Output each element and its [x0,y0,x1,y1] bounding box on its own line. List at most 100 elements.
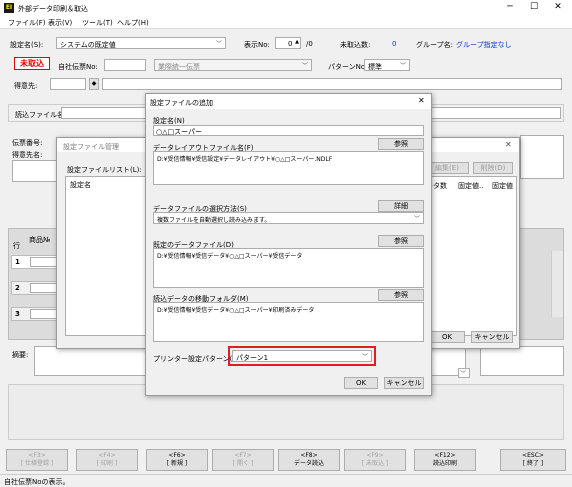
select-method-value: 複数ファイルを自動選択し読み込みます。 [157,217,271,224]
chevron-down-icon: ﹀ [215,40,222,48]
f8-key: <F8> [300,452,318,459]
settings-list-header: 設定名 [70,181,91,189]
move-folder-input[interactable]: D:¥受信情報¥受信データ¥○△□スーパー¥印刷済みデータ [153,302,424,342]
f12-button[interactable]: <F12> 読込印刷 [414,449,476,471]
remarks-select[interactable]: ﹀ [458,368,470,378]
slip-no-label: 自社伝票No: [58,63,98,71]
close-icon[interactable]: ✕ [418,96,425,105]
menu-help[interactable]: ヘルプ(H) [117,18,149,28]
name-input[interactable]: ○△□スーパー [153,125,424,136]
pattern-select[interactable]: 標準 ﹀ [364,59,410,71]
unimported-badge: 未取込 [14,57,50,70]
settings-manager-title: 設定ファイル管理 [63,143,119,151]
group-label: グループ名: [416,41,453,49]
slip-type-value: 業際統一伝票 [158,63,200,71]
add-settings-dialog: 設定ファイルの追加 ✕ 設定名(N) ○△□スーパー データレイアウトファイル名… [145,93,432,396]
default-file-value: D:¥受信情報¥受信データ¥○△□スーパー¥受信データ [157,253,303,260]
move-folder-value: D:¥受信情報¥受信データ¥○△□スーパー¥印刷済みデータ [157,307,315,314]
f6-key: <F6> [168,452,186,459]
f3-key: <F3> [28,452,46,459]
display-no-stepper[interactable]: 0 ▲ [275,37,301,49]
col-fixed2: 固定値 [492,182,513,190]
esc-button[interactable]: <ESC>[ 終了 ] [500,449,566,471]
settings-list[interactable]: 設定名 [65,176,149,336]
name-value: ○△□スーパー [156,128,203,136]
pattern-value: 標準 [368,63,382,71]
f6-button[interactable]: <F6>[ 新規 ] [146,449,208,471]
f9-key: <F9> [366,452,384,459]
manager-ok-button[interactable]: OK [429,331,465,343]
group-value[interactable]: グループ指定なし [456,40,512,50]
setting-name-value: システムの既定値 [60,41,116,49]
chevron-down-icon: ﹀ [413,215,420,223]
slip-type-select[interactable]: 業際統一伝票 ﹀ [154,59,312,71]
f4-key: <F4> [98,452,116,459]
grid-scrollbar[interactable] [551,251,563,317]
remarks-label: 摘要: [12,351,29,359]
title-bar: EI 外部データ印刷＆取込 ─ ☐ ✕ [0,0,572,16]
status-bar: 自社伝票Noの表示。 [0,474,572,486]
delete-button[interactable]: 削除(D) [473,162,513,174]
row-header: 行 [13,242,20,250]
customer-search-button[interactable]: ◆ [89,78,99,90]
layout-browse-button[interactable]: 参照 [378,138,424,150]
f4-button[interactable]: <F4>[ 印刷 ] [76,449,138,471]
customer-code-input[interactable] [50,78,86,90]
chevron-down-icon: ﹀ [361,353,368,361]
manager-cancel-button[interactable]: キャンセル [471,331,513,343]
dialog-cancel-button[interactable]: キャンセル [384,377,424,389]
esc-key: <ESC> [522,452,544,459]
close-icon[interactable]: ✕ [505,140,512,149]
slip-number-label: 伝票番号: [12,139,43,147]
read-file-label: 読込ファイル名: [15,111,67,119]
bottom-right-box [480,346,564,376]
f7-label: [ 開く ] [232,460,254,467]
menu-view[interactable]: 表示(V) [48,18,72,28]
window-title: 外部データ印刷＆取込 [18,5,88,13]
f12-label: 読込印刷 [432,460,457,467]
f8-label: データ読込 [293,460,324,467]
unimported-label: 未取込数: [340,41,371,49]
display-no-label: 表示No: [244,41,270,49]
move-folder-browse-button[interactable]: 参照 [378,289,424,301]
chevron-down-icon: ﹀ [301,62,308,70]
settings-grid: ータ数 固定値.. 固定値 [423,176,517,336]
product-header: 商品№ [29,236,51,244]
printer-pattern-select[interactable]: パターン1 ﹀ [232,350,372,362]
pattern-label: パターンNo: [328,63,368,71]
select-method-select[interactable]: 複数ファイルを自動選択し読み込みます。 ﹀ [153,212,424,224]
col-fixed1: 固定値.. [458,182,484,190]
dialog-ok-button[interactable]: OK [344,377,378,389]
default-file-browse-button[interactable]: 参照 [378,235,424,247]
layout-file-input[interactable]: D:¥受信情報¥受信設定¥データレイアウト¥○△□スーパー.NDLF [153,151,424,185]
f7-key: <F7> [234,452,252,459]
minimize-icon[interactable]: ─ [500,1,520,14]
store-name-box[interactable] [12,160,60,182]
setting-name-label: 設定名(S): [10,41,44,49]
f9-button[interactable]: <F9>[ 未取込 ] [344,449,406,471]
f7-button[interactable]: <F7>[ 開く ] [212,449,274,471]
customer-label: 得意先: [14,82,38,90]
default-file-input[interactable]: D:¥受信情報¥受信データ¥○△□スーパー¥受信データ [153,248,424,288]
menu-tools[interactable]: ツール(T) [82,18,113,28]
store-name-label: 得意先名: [12,151,43,159]
spinner-icon[interactable]: ▲ [295,39,299,45]
app-icon: EI [4,3,14,13]
menu-file[interactable]: ファイル(F) [8,18,46,28]
setting-name-select[interactable]: システムの既定値 ﹀ [56,37,226,49]
close-icon[interactable]: ✕ [548,1,568,14]
slip-no-input[interactable] [104,59,146,71]
row-number: 3 [15,310,20,318]
menu-bar: ファイル(F) 表示(V) ツール(T) ヘルプ(H) [0,16,572,29]
add-dialog-title: 設定ファイルの追加 [150,99,213,107]
right-info-box [520,135,564,179]
maximize-icon[interactable]: ☐ [524,1,544,14]
f8-button[interactable]: <F8> データ読込 [278,449,340,471]
unimported-count: 0 [392,40,397,48]
f9-label: [ 未取込 ] [361,460,389,467]
display-no-total: /0 [306,40,313,48]
detail-button[interactable]: 詳細 [378,200,424,212]
chevron-down-icon: ﹀ [399,62,406,70]
f3-button[interactable]: <F3>[ 仕様登録 ] [6,449,68,471]
customer-name-input[interactable] [102,78,562,90]
